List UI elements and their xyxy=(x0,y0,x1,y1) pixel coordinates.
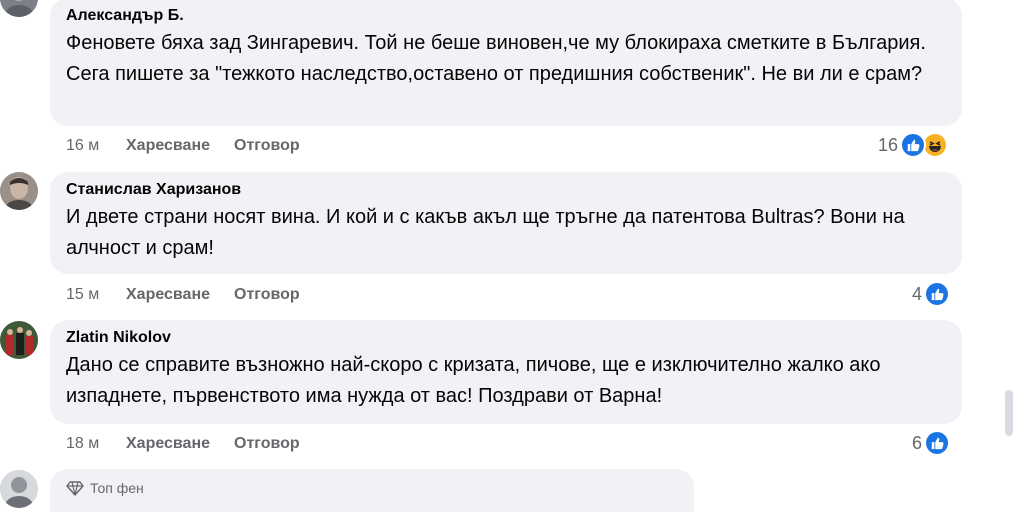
like-icon xyxy=(924,430,951,456)
badge-label: Топ фен xyxy=(90,480,144,496)
like-icon xyxy=(900,132,927,158)
comment-text: Феновете бяха зад Зингаревич. Той не беш… xyxy=(66,32,926,85)
comment-text: И двете страни носят вина. И кой и с как… xyxy=(66,206,905,259)
like-button[interactable]: Харесване xyxy=(126,434,210,454)
comment-author[interactable]: Александър Б. xyxy=(66,6,946,26)
comment-actions: 16 м Харесване Отговор xyxy=(66,136,300,156)
avatar[interactable] xyxy=(0,470,38,508)
comment-bubble: Александър Б. Феновете бяха зад Зингарев… xyxy=(50,0,962,126)
comment-actions: 18 м Харесване Отговор xyxy=(66,434,300,454)
comment-text: Дано се справите възножно най-скоро с кр… xyxy=(66,354,881,407)
like-button[interactable]: Харесване xyxy=(126,136,210,156)
reaction-summary[interactable]: 4 xyxy=(912,281,951,307)
comment-bubble: Топ фен xyxy=(50,469,694,512)
reaction-summary[interactable]: 16 xyxy=(878,132,949,158)
comment-time[interactable]: 18 м xyxy=(66,434,126,454)
avatar[interactable] xyxy=(0,0,38,17)
comment-time[interactable]: 16 м xyxy=(66,136,126,156)
diamond-icon xyxy=(66,481,84,496)
comments-feed: Александър Б. Феновете бяха зад Зингарев… xyxy=(0,0,1013,512)
top-fan-badge: Топ фен xyxy=(66,479,678,497)
comment-bubble: Zlatin Nikolov Дано се справите възножно… xyxy=(50,320,962,424)
comment-bubble: Станислав Харизанов И двете страни носят… xyxy=(50,172,962,274)
scrollbar[interactable] xyxy=(1005,390,1013,436)
reaction-summary[interactable]: 6 xyxy=(912,430,951,456)
like-icon xyxy=(924,281,951,307)
reply-button[interactable]: Отговор xyxy=(234,434,300,454)
like-button[interactable]: Харесване xyxy=(126,285,210,305)
reply-button[interactable]: Отговор xyxy=(234,285,300,305)
avatar[interactable] xyxy=(0,172,38,210)
avatar[interactable] xyxy=(0,321,38,359)
reaction-count: 4 xyxy=(912,283,923,304)
reaction-count: 6 xyxy=(912,432,923,453)
reaction-count: 16 xyxy=(878,134,899,155)
reply-button[interactable]: Отговор xyxy=(234,136,300,156)
comment-time[interactable]: 15 м xyxy=(66,285,126,305)
comment-author[interactable]: Станислав Харизанов xyxy=(66,180,946,200)
comment-actions: 15 м Харесване Отговор xyxy=(66,285,300,305)
comment-author[interactable]: Zlatin Nikolov xyxy=(66,328,946,348)
